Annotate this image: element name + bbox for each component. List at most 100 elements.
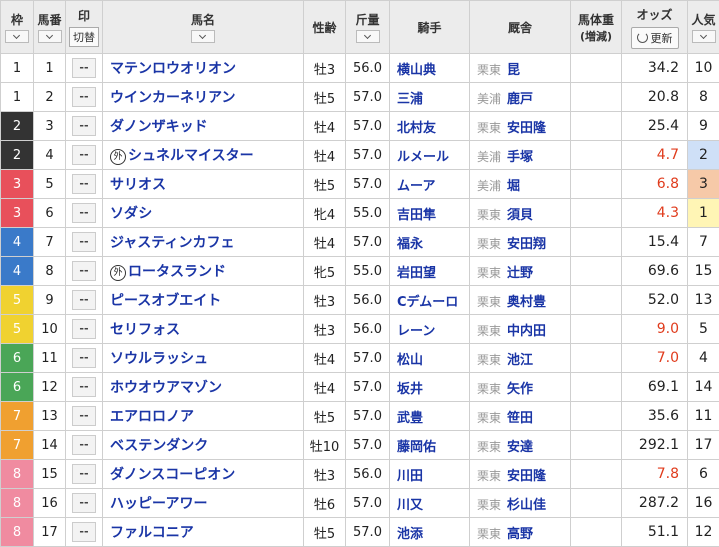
trainer-link[interactable]: 安田翔 — [507, 237, 546, 252]
trainer-link[interactable]: 安達 — [507, 440, 533, 455]
weight-cell — [571, 315, 622, 344]
trainer-link[interactable]: 中内田 — [507, 324, 546, 339]
trainer-link[interactable]: 鹿戸 — [507, 92, 533, 107]
horse-name-link[interactable]: ダノンスコーピオン — [110, 467, 235, 483]
sort-chevron-icon[interactable] — [356, 30, 380, 43]
horse-name-link[interactable]: ジャスティンカフェ — [110, 235, 234, 251]
horse-name-link[interactable]: ウインカーネリアン — [110, 90, 235, 106]
trainer-link[interactable]: 奥村豊 — [507, 295, 546, 310]
horse-name-link[interactable]: ピースオブエイト — [110, 293, 221, 309]
jockey-link[interactable]: 三浦 — [397, 92, 423, 107]
jockey-cell: 横山典 — [390, 54, 470, 83]
horse-name-link[interactable]: ソダシ — [110, 206, 152, 222]
trainer-link[interactable]: 笹田 — [507, 411, 533, 426]
mark-select[interactable]: -- — [72, 290, 96, 310]
horse-name-link[interactable]: ハッピーアワー — [110, 496, 207, 512]
jockey-link[interactable]: 川又 — [397, 498, 423, 513]
waku-cell: 3 — [1, 199, 34, 228]
header-umaban[interactable]: 馬番 — [34, 1, 66, 54]
trainer-link[interactable]: 安田隆 — [507, 121, 546, 136]
horse-name-link[interactable]: エアロロノア — [110, 409, 194, 425]
mark-select[interactable]: -- — [72, 348, 96, 368]
mark-select[interactable]: -- — [72, 435, 96, 455]
jockey-link[interactable]: Cデムーロ — [397, 295, 458, 310]
jockey-link[interactable]: 横山典 — [397, 63, 436, 78]
trainer-region: 栗東 — [477, 353, 501, 367]
sexage-cell: 牡5 — [304, 402, 346, 431]
horse-name-link[interactable]: サリオス — [110, 177, 166, 193]
jockey-link[interactable]: レーン — [397, 324, 435, 339]
jockey-link[interactable]: 池添 — [397, 527, 423, 542]
mark-select[interactable]: -- — [72, 203, 96, 223]
jockey-cell: 池添 — [390, 518, 470, 547]
ninki-cell: 7 — [688, 228, 719, 257]
refresh-button[interactable]: 更新 — [631, 27, 679, 49]
horse-name-link[interactable]: ロータスランド — [128, 264, 226, 280]
sort-chevron-icon[interactable] — [5, 30, 29, 43]
mark-select[interactable]: -- — [72, 522, 96, 542]
ninki-cell: 4 — [688, 344, 719, 373]
trainer-link[interactable]: 矢作 — [507, 382, 533, 397]
horse-name-link[interactable]: マテンロウオリオン — [110, 61, 236, 77]
jockey-link[interactable]: 松山 — [397, 353, 423, 368]
table-row: 612--ホウオウアマゾン牡457.0坂井栗東矢作69.114 — [1, 373, 719, 402]
mark-select[interactable]: -- — [72, 464, 96, 484]
mark-toggle-button[interactable]: 切替 — [69, 27, 99, 47]
sort-chevron-icon[interactable] — [38, 30, 62, 43]
trainer-cell: 栗東安田隆 — [470, 460, 571, 489]
mark-select[interactable]: -- — [72, 493, 96, 513]
mark-select[interactable]: -- — [72, 319, 96, 339]
trainer-link[interactable]: 堀 — [507, 179, 520, 194]
trainer-link[interactable]: 高野 — [507, 527, 533, 542]
mark-select[interactable]: -- — [72, 406, 96, 426]
trainer-link[interactable]: 手塚 — [507, 150, 533, 165]
jockey-link[interactable]: ムーア — [397, 179, 435, 194]
mark-select[interactable]: -- — [72, 174, 96, 194]
jockey-link[interactable]: 北村友 — [397, 121, 436, 136]
mark-select[interactable]: -- — [72, 116, 96, 136]
header-name[interactable]: 馬名 — [103, 1, 304, 54]
jockey-link[interactable]: 藤岡佑 — [397, 440, 436, 455]
trainer-link[interactable]: 池江 — [507, 353, 533, 368]
mark-select[interactable]: -- — [72, 377, 96, 397]
header-kinryo[interactable]: 斤量 — [346, 1, 390, 54]
horse-name-link[interactable]: ホウオウアマゾン — [110, 380, 222, 396]
horse-name-link[interactable]: ダノンザキッド — [110, 119, 208, 135]
header-waku[interactable]: 枠 — [1, 1, 34, 54]
jockey-link[interactable]: 岩田望 — [397, 266, 436, 281]
odds-cell: 287.2 — [622, 489, 688, 518]
jockey-link[interactable]: 吉田隼 — [397, 208, 436, 223]
mark-select[interactable]: -- — [72, 145, 96, 165]
mark-select[interactable]: -- — [72, 58, 96, 78]
trainer-link[interactable]: 昆 — [507, 63, 520, 78]
mark-select[interactable]: -- — [72, 261, 96, 281]
sort-chevron-icon[interactable] — [692, 30, 716, 43]
odds-cell: 69.1 — [622, 373, 688, 402]
trainer-link[interactable]: 安田隆 — [507, 469, 546, 484]
horse-name-cell: ホウオウアマゾン — [103, 373, 304, 402]
jockey-link[interactable]: ルメール — [397, 150, 449, 165]
trainer-link[interactable]: 須貝 — [507, 208, 533, 223]
jockey-link[interactable]: 坂井 — [397, 382, 423, 397]
trainer-region: 栗東 — [477, 266, 501, 280]
jockey-link[interactable]: 福永 — [397, 237, 423, 252]
umaban-cell: 6 — [34, 199, 66, 228]
header-ninki[interactable]: 人気 — [688, 1, 719, 54]
mark-select[interactable]: -- — [72, 232, 96, 252]
kinryo-cell: 57.0 — [346, 489, 390, 518]
trainer-link[interactable]: 杉山佳 — [507, 498, 546, 513]
mark-select[interactable]: -- — [72, 87, 96, 107]
trainer-cell: 栗東安田隆 — [470, 112, 571, 141]
horse-name-link[interactable]: セリフォス — [110, 322, 180, 338]
sort-chevron-icon[interactable] — [191, 30, 215, 43]
horse-name-link[interactable]: ソウルラッシュ — [110, 351, 208, 367]
horse-name-link[interactable]: ベステンダンク — [110, 438, 208, 454]
trainer-link[interactable]: 辻野 — [507, 266, 533, 281]
jockey-link[interactable]: 川田 — [397, 469, 423, 484]
kinryo-cell: 57.0 — [346, 83, 390, 112]
ninki-cell: 9 — [688, 112, 719, 141]
horse-name-link[interactable]: ファルコニア — [110, 525, 194, 541]
jockey-link[interactable]: 武豊 — [397, 411, 423, 426]
refresh-icon — [637, 32, 648, 43]
horse-name-link[interactable]: シュネルマイスター — [128, 148, 254, 164]
